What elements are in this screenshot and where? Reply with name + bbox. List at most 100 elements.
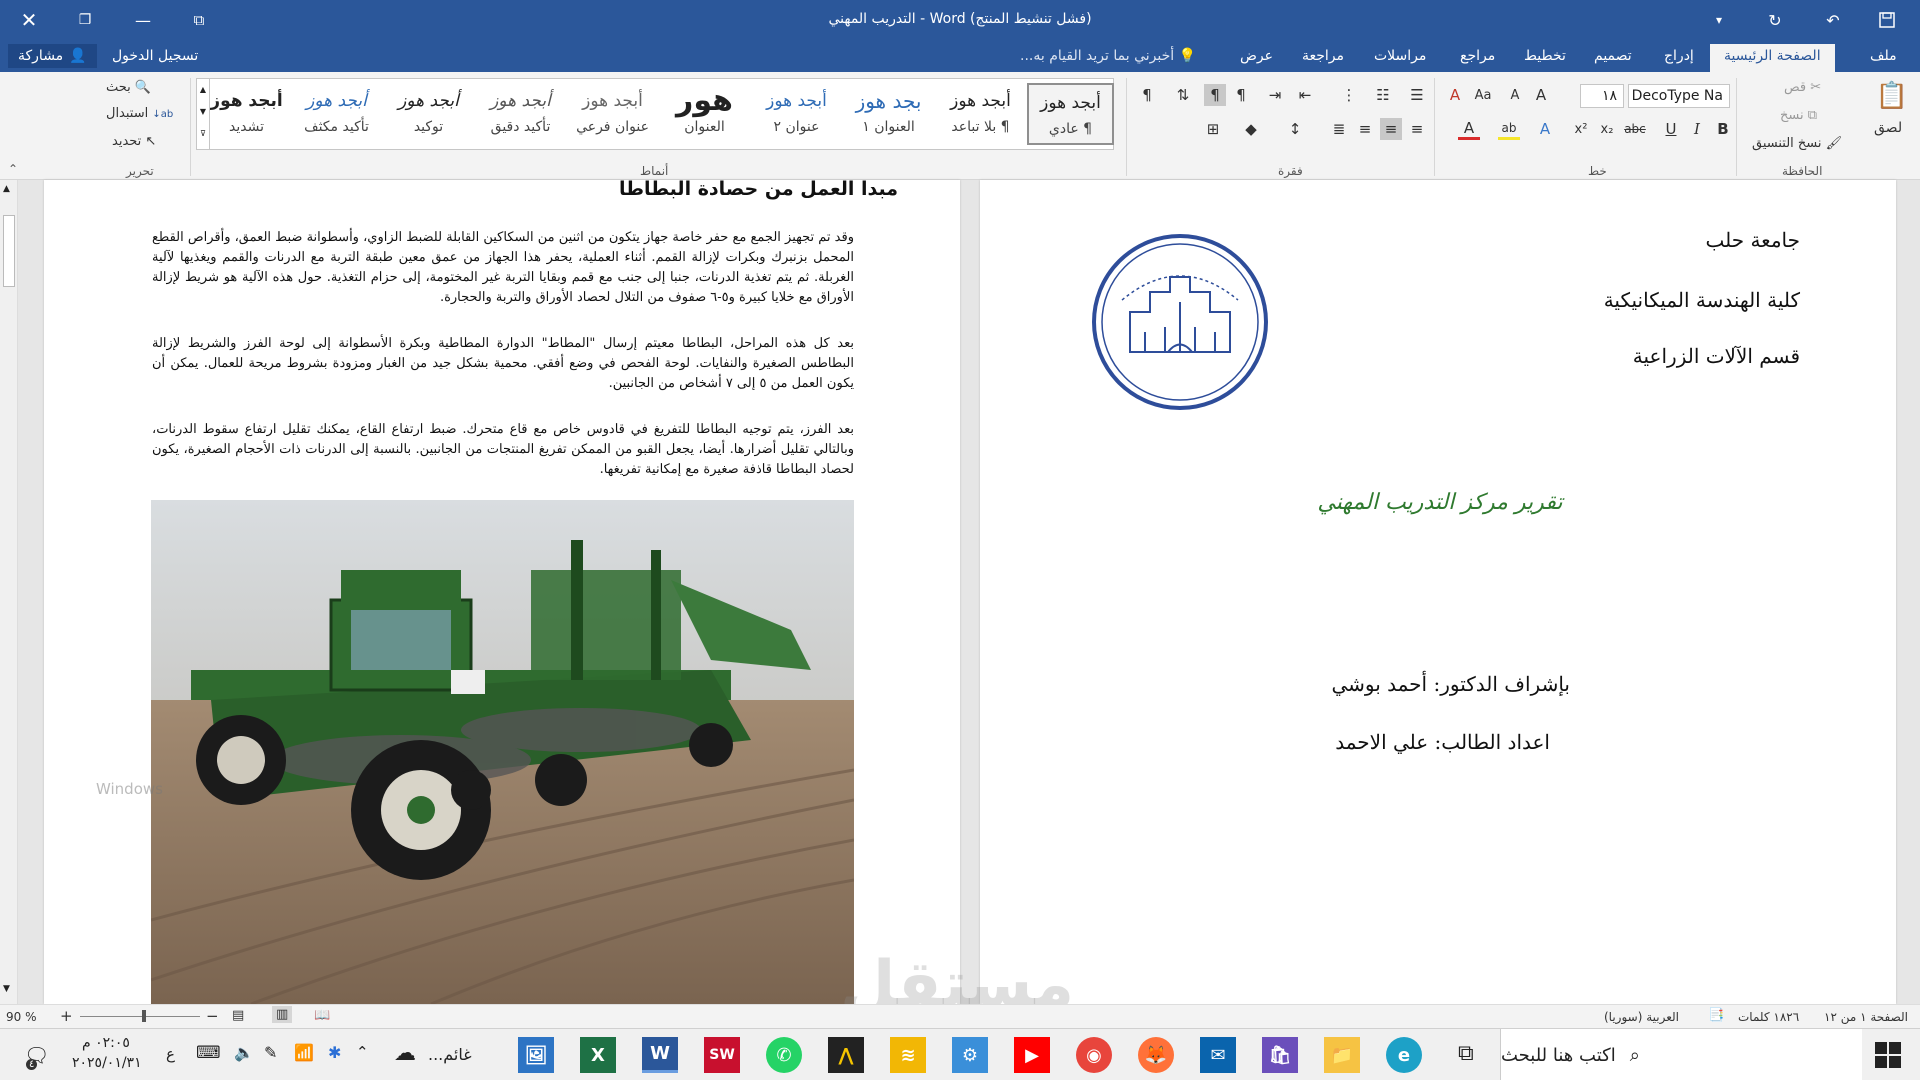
sort-icon[interactable]: ⇅ — [1172, 84, 1194, 106]
text-effects-icon[interactable]: A — [1534, 118, 1556, 140]
shading-icon[interactable]: ◆ — [1240, 118, 1262, 140]
word-count[interactable]: ١٨٢٦ كلمات — [1738, 1010, 1799, 1024]
cut-button[interactable]: ✂ قص — [1784, 80, 1821, 95]
change-case-icon[interactable]: Aa — [1472, 84, 1494, 106]
tab-file[interactable]: ملف — [1870, 48, 1897, 64]
decrease-indent-icon[interactable]: ⇤ — [1294, 84, 1316, 106]
zoom-level[interactable]: 90 % — [6, 1010, 37, 1024]
tab-view[interactable]: عرض — [1240, 48, 1273, 64]
language-indicator[interactable]: العربية (سوريا) — [1604, 1010, 1679, 1024]
select-button[interactable]: ↖ تحديد — [112, 134, 156, 149]
paste-icon[interactable]: 📋 — [1874, 78, 1910, 114]
subscript-icon[interactable]: x₂ — [1596, 118, 1618, 140]
pen-icon[interactable]: ✎ — [264, 1043, 277, 1062]
scroll-down-icon[interactable]: ▼ — [3, 984, 10, 994]
start-windows-icon[interactable] — [1874, 1041, 1902, 1069]
task-view-icon[interactable]: ⧉ — [1458, 1041, 1474, 1066]
save-icon[interactable] — [1870, 4, 1904, 36]
speaker-icon[interactable]: 🔈 — [234, 1043, 254, 1062]
align-right-icon[interactable]: ≡ — [1406, 118, 1428, 140]
numbering-icon[interactable]: ☷ — [1372, 84, 1394, 106]
styles-scroll-control[interactable]: ▲ ▼ ⊽ — [196, 78, 210, 150]
tab-insert[interactable]: إدراج — [1664, 48, 1694, 64]
proofing-icon[interactable]: 📑 — [1708, 1008, 1724, 1023]
line-spacing-icon[interactable]: ↕ — [1284, 118, 1306, 140]
scroll-up-icon[interactable]: ▲ — [3, 184, 10, 194]
tab-mailings[interactable]: مراسلات — [1374, 48, 1426, 64]
strikethrough-icon[interactable]: abc — [1624, 118, 1646, 140]
zoom-out-icon[interactable]: − — [206, 1007, 219, 1025]
font-size-box[interactable]: ١٨ — [1580, 84, 1624, 108]
print-layout-icon[interactable]: ▥ — [272, 1006, 293, 1023]
font-color-icon[interactable]: A — [1458, 118, 1480, 140]
whatsapp-app-icon[interactable]: ✆ — [766, 1037, 802, 1073]
style-normal[interactable]: أبجد هوز ¶ عادي — [1027, 83, 1114, 145]
document-page-2[interactable]: مبدا العمل من حصادة البطاطا وقد تم تجهيز… — [44, 178, 960, 1004]
chevron-up-icon[interactable]: ⌃ — [356, 1043, 369, 1061]
copy-button[interactable]: ⧉ نسخ — [1780, 108, 1817, 123]
input-language[interactable]: ع — [166, 1045, 175, 1063]
web-layout-icon[interactable]: ▤ — [232, 1008, 244, 1023]
tab-references[interactable]: مراجع — [1460, 48, 1495, 64]
clock-date[interactable]: ٢٠٢٥/٠١/٣١ — [72, 1055, 142, 1071]
underline-icon[interactable]: U — [1660, 118, 1682, 140]
font-name-box[interactable]: DecoType Na — [1628, 84, 1730, 108]
zoom-in-icon[interactable]: + — [60, 1007, 73, 1025]
share-button[interactable]: مشاركة 👤 — [8, 44, 97, 68]
keyboard-icon[interactable]: ⌨ — [196, 1043, 221, 1063]
redo-icon[interactable]: ↻ — [1758, 4, 1792, 36]
undo-icon[interactable]: ↶ — [1816, 4, 1850, 36]
page-count[interactable]: الصفحة ١ من ١٢ — [1824, 1010, 1908, 1024]
bold-icon[interactable]: B — [1712, 118, 1734, 140]
ltr-direction-icon[interactable]: ¶ — [1230, 84, 1252, 106]
taskbar-search-box[interactable]: ⌕ اكتب هنا للبحث — [1500, 1029, 1862, 1080]
chevron-up-icon[interactable]: ▲ — [197, 79, 209, 101]
sign-in-link[interactable]: تسجيل الدخول — [112, 48, 198, 64]
rtl-direction-icon[interactable]: ¶ — [1204, 84, 1226, 106]
photos-app-icon[interactable]: 🖼 — [518, 1037, 554, 1073]
grow-font-icon[interactable]: A — [1530, 84, 1552, 106]
document-page-1[interactable]: جامعة حلب كلية الهندسة الميكانيكية قسم ا… — [980, 180, 1896, 1004]
read-mode-icon[interactable]: 📖 — [314, 1008, 330, 1023]
file-explorer-icon[interactable]: 📁 — [1324, 1037, 1360, 1073]
paste-button[interactable]: لصق — [1874, 120, 1902, 136]
word-app-icon[interactable]: W — [642, 1037, 678, 1073]
scrollbar-thumb[interactable] — [3, 215, 15, 287]
settings-app-icon[interactable]: ⚙ — [952, 1037, 988, 1073]
style-subtitle[interactable]: أبجد هوز عنوان فرعي — [569, 83, 656, 145]
bullets-icon[interactable]: ☰ — [1406, 84, 1428, 106]
style-title[interactable]: هور العنوان — [661, 83, 748, 145]
find-button[interactable]: 🔍 بحث — [106, 80, 151, 95]
multilevel-list-icon[interactable]: ⋮ — [1338, 84, 1360, 106]
style-heading-2[interactable]: أبجد هوز عنوان ٢ — [753, 83, 840, 145]
italic-icon[interactable]: I — [1686, 118, 1708, 140]
tab-review[interactable]: مراجعة — [1302, 48, 1344, 64]
tell-me-search[interactable]: 💡 أخبرني بما تريد القيام به... — [1020, 48, 1196, 64]
weather-icon[interactable]: ☁ — [394, 1041, 416, 1066]
chevron-down-icon[interactable]: ▼ — [197, 101, 209, 123]
tab-layout[interactable]: تخطيط — [1524, 48, 1566, 64]
store-app-icon[interactable]: 🛍 — [1262, 1037, 1298, 1073]
style-emphasis[interactable]: أبجد هوز توكيد — [385, 83, 472, 145]
align-left-icon[interactable]: ≡ — [1354, 118, 1376, 140]
vertical-scrollbar[interactable]: ▲ ▼ — [0, 180, 18, 1004]
potato-harvester-photo[interactable] — [151, 500, 854, 1004]
solidworks-app-icon[interactable]: SW — [704, 1037, 740, 1073]
wifi-icon[interactable]: 📶 — [294, 1043, 314, 1062]
excel-app-icon[interactable]: X — [580, 1037, 616, 1073]
highlight-icon[interactable]: ab — [1498, 118, 1520, 140]
mail-app-icon[interactable]: ✉ — [1200, 1037, 1236, 1073]
borders-icon[interactable]: ⊞ — [1202, 118, 1224, 140]
zoom-slider[interactable] — [80, 1016, 200, 1017]
align-center-icon[interactable]: ≡ — [1380, 118, 1402, 140]
clock-time[interactable]: ٠٢:٠٥ م — [82, 1035, 130, 1051]
customize-qat-icon[interactable]: ▾ — [1702, 4, 1736, 36]
collapse-ribbon-icon[interactable]: ⌃ — [8, 162, 18, 176]
style-no-spacing[interactable]: أبجد هوز ¶ بلا تباعد — [937, 83, 1024, 145]
style-heading-1[interactable]: بجد هوز العنوان ١ — [845, 83, 932, 145]
more-styles-icon[interactable]: ⊽ — [197, 123, 209, 145]
zoom-slider-thumb[interactable] — [142, 1010, 146, 1022]
style-subtle-emphasis[interactable]: أبجد هوز تأكيد دقيق — [477, 83, 564, 145]
layers-app-icon[interactable]: ≋ — [890, 1037, 926, 1073]
clear-formatting-icon[interactable]: A — [1444, 84, 1466, 106]
